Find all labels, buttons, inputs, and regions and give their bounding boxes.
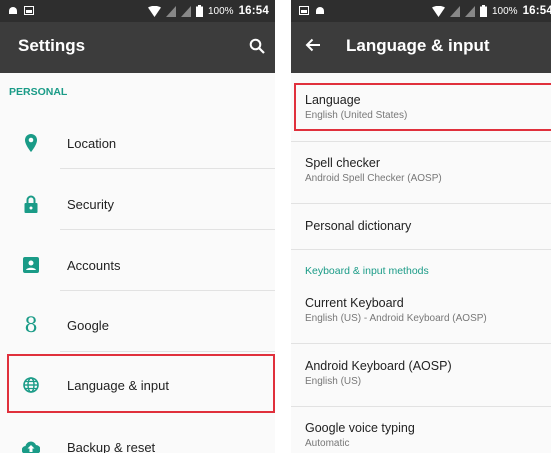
screenshot-icon (299, 6, 309, 15)
item-title: Spell checker (305, 156, 381, 170)
app-bar: Language & input (291, 22, 551, 73)
android-debug-icon (9, 7, 17, 14)
status-bar: 100% 16:54 (291, 0, 551, 22)
divider (291, 406, 551, 407)
divider (60, 290, 275, 291)
status-bar: 100% 16:54 (0, 0, 275, 22)
settings-item-label: Security (67, 196, 114, 212)
spell-checker-item[interactable]: Spell checker Android Spell Checker (AOS… (305, 156, 442, 184)
highlight-box (7, 354, 275, 413)
app-bar: Settings (0, 22, 275, 73)
language-input-screen: 100% 16:54 Language & input Language Eng… (291, 0, 551, 453)
screenshot-icon (24, 6, 34, 15)
account-icon (22, 256, 40, 274)
wifi-icon (148, 5, 161, 17)
location-pin-icon (22, 134, 40, 152)
battery-percent: 100% (492, 5, 518, 17)
settings-item-label: Backup & reset (67, 439, 156, 453)
personal-dictionary-item[interactable]: Personal dictionary (305, 219, 411, 233)
settings-item-security[interactable]: Security (0, 181, 275, 227)
divider (291, 249, 551, 250)
item-subtitle: Android Spell Checker (AOSP) (305, 173, 442, 184)
back-arrow-icon[interactable] (305, 37, 321, 53)
item-subtitle: English (US) - Android Keyboard (AOSP) (305, 313, 487, 324)
settings-item-accounts[interactable]: Accounts (0, 242, 275, 288)
divider (291, 141, 551, 142)
divider (60, 351, 275, 352)
wifi-icon (432, 5, 445, 17)
battery-percent: 100% (208, 5, 234, 17)
settings-item-backup-reset[interactable]: Backup & reset (0, 424, 275, 453)
item-title: Google voice typing (305, 421, 415, 435)
settings-screen: 100% 16:54 Settings PERSONAL Location Se… (0, 0, 275, 453)
divider (291, 203, 551, 204)
signal-icon (450, 5, 460, 17)
settings-item-label: Accounts (67, 257, 121, 273)
current-keyboard-item[interactable]: Current Keyboard English (US) - Android … (305, 296, 487, 324)
item-title: Current Keyboard (305, 296, 404, 310)
settings-item-label: Location (67, 135, 117, 151)
item-title: Personal dictionary (305, 219, 412, 233)
page-title: Language & input (346, 36, 490, 55)
settings-item-location[interactable]: Location (0, 120, 275, 166)
signal-icon-2 (465, 5, 475, 17)
cloud-upload-icon (22, 438, 40, 453)
item-subtitle: English (US) (305, 376, 362, 387)
android-debug-icon (316, 7, 324, 14)
signal-icon-2 (181, 5, 191, 17)
item-title: Android Keyboard (AOSP) (305, 359, 452, 373)
section-header-personal: PERSONAL (9, 86, 68, 98)
item-subtitle: Automatic (305, 438, 350, 449)
google-icon: 8 (24, 313, 38, 337)
divider (60, 168, 275, 169)
section-header-keyboard: Keyboard & input methods (305, 265, 429, 277)
clock: 16:54 (522, 5, 551, 17)
settings-item-google[interactable]: 8 Google (0, 302, 275, 348)
lock-icon (22, 195, 40, 213)
divider (60, 229, 275, 230)
page-title: Settings (18, 36, 86, 55)
android-keyboard-item[interactable]: Android Keyboard (AOSP) English (US) (305, 359, 452, 387)
battery-icon (196, 5, 203, 17)
battery-icon (480, 5, 487, 17)
divider (291, 343, 551, 344)
google-voice-typing-item[interactable]: Google voice typing Automatic (305, 421, 415, 449)
clock: 16:54 (238, 5, 269, 17)
signal-icon (166, 5, 176, 17)
highlight-box (294, 83, 551, 131)
settings-item-label: Google (67, 317, 109, 333)
search-icon[interactable] (249, 38, 265, 54)
